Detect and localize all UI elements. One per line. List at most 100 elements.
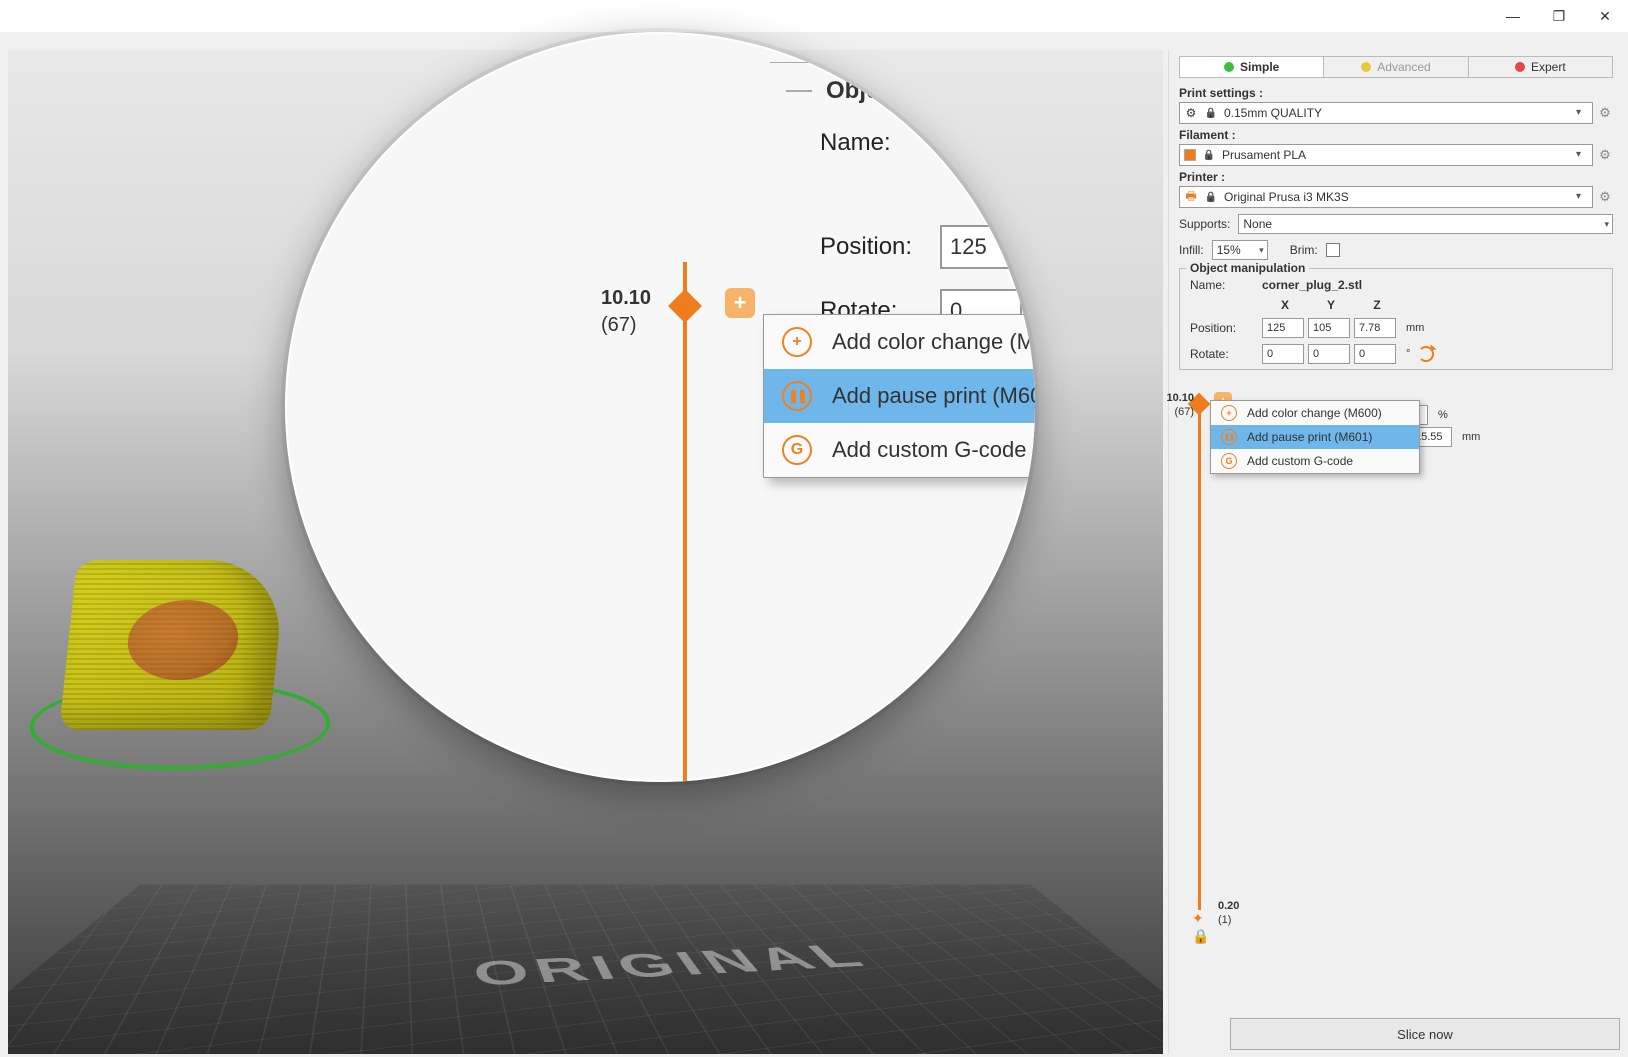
filament-color-swatch [1184, 149, 1196, 161]
filament-value: Prusament PLA [1222, 148, 1306, 162]
zoom-position-label: Position: [770, 233, 940, 261]
chevron-down-icon: ▾ [1576, 149, 1588, 161]
object-manipulation-legend: Object manipulation [1186, 261, 1309, 275]
zoom-layer-number-label: (67) [601, 314, 637, 337]
gear-icon: ⚙ [1184, 106, 1198, 120]
printer-label: Printer : [1179, 170, 1613, 184]
rotate-unit: ° [1406, 348, 1410, 360]
zoom-menu-add-custom-gcode: G Add custom G-code [764, 423, 1035, 477]
zoom-menu-item-label: Add color change (M600) [832, 329, 1035, 355]
model-preview[interactable] [48, 560, 318, 750]
mode-dot-red-icon [1515, 62, 1525, 72]
zoom-menu-add-color-change: + Add color change (M600) [764, 315, 1035, 369]
menu-item-add-custom-gcode[interactable]: G Add custom G-code [1211, 449, 1419, 473]
mode-tab-expert[interactable]: Expert [1469, 57, 1612, 77]
object-name-label: Name: [1190, 278, 1262, 292]
infill-combo[interactable]: 15% ▾ [1212, 240, 1268, 260]
scale-unit: % [1438, 409, 1448, 421]
reset-rotation-icon[interactable] [1418, 346, 1434, 362]
z-column-head: Z [1354, 298, 1400, 312]
menu-item-add-color-change[interactable]: + Add color change (M600) [1211, 401, 1419, 425]
layer-context-menu: + Add color change (M600) ❚❚ Add pause p… [1210, 400, 1420, 474]
printer-combo[interactable]: 🖶 Original Prusa i3 MK3S ▾ [1179, 186, 1593, 208]
supports-combo[interactable]: None ▾ [1238, 214, 1613, 234]
zoom-layer-height-label: 10.10 [601, 287, 651, 310]
pause-circle-icon: ❚❚ [1221, 429, 1237, 445]
mode-tab-label: Expert [1531, 60, 1566, 74]
brim-checkbox[interactable] [1326, 243, 1340, 257]
brim-label: Brim: [1290, 243, 1318, 257]
print-settings-label: Print settings : [1179, 86, 1613, 100]
print-settings-combo[interactable]: ⚙ 0.15mm QUALITY ▾ [1179, 102, 1593, 124]
edit-preset-icon[interactable]: ⚙ [1597, 189, 1613, 205]
zoom-name-value: corner_ [940, 129, 1028, 157]
object-name-value: corner_plug_2.stl [1262, 278, 1362, 292]
zoom-context-menu: + Add color change (M600) ❚❚ Add pause p… [763, 314, 1035, 478]
rotate-z-input[interactable]: 0 [1354, 344, 1396, 364]
chevron-down-icon: ▾ [1259, 245, 1264, 256]
lock-icon [1202, 148, 1216, 162]
rotate-x-input[interactable]: 0 [1262, 344, 1304, 364]
printer-value: Original Prusa i3 MK3S [1224, 190, 1349, 204]
position-label: Position: [1190, 321, 1262, 335]
rotate-label: Rotate: [1190, 347, 1262, 361]
zoom-magnifier-overlay: + 10.10 (67) Object manipul Name: corner… [285, 32, 1035, 782]
lock-icon [1204, 190, 1218, 204]
zoom-name-label: Name: [770, 129, 940, 157]
menu-item-add-pause-print[interactable]: ❚❚ Add pause print (M601) [1211, 425, 1419, 449]
lock-icon [1204, 106, 1218, 120]
position-z-input[interactable]: 7.78 [1354, 318, 1396, 338]
edit-preset-icon[interactable]: ⚙ [1597, 147, 1613, 163]
chevron-down-icon: ▾ [1576, 107, 1588, 119]
edit-preset-icon[interactable]: ⚙ [1597, 105, 1613, 121]
right-settings-panel: Simple Advanced Expert Print settings : … [1168, 50, 1623, 1054]
zoom-menu-item-label: Add custom G-code [832, 437, 1026, 463]
gcode-circle-icon: G [1221, 453, 1237, 469]
position-y-input[interactable]: 105 [1308, 318, 1350, 338]
window-close-button[interactable]: ✕ [1582, 0, 1628, 32]
mode-tab-label: Advanced [1377, 60, 1430, 74]
printer-icon: 🖶 [1184, 190, 1198, 204]
window-maximize-button[interactable]: ❐ [1536, 0, 1582, 32]
infill-label: Infill: [1179, 243, 1204, 257]
filament-label: Filament : [1179, 128, 1613, 142]
mode-tab-label: Simple [1240, 60, 1279, 74]
zoom-menu-item-label: Add pause print (M601) [832, 383, 1035, 409]
supports-label: Supports: [1179, 217, 1230, 231]
plus-circle-icon: + [782, 327, 812, 357]
infill-value: 15% [1217, 243, 1241, 257]
menu-item-label: Add custom G-code [1247, 454, 1353, 468]
zoom-object-manipulation-legend: Object manipul [770, 62, 1035, 119]
position-x-input[interactable]: 125 [1262, 318, 1304, 338]
mode-tab-advanced[interactable]: Advanced [1324, 57, 1468, 77]
plus-circle-icon: + [1221, 405, 1237, 421]
print-settings-value: 0.15mm QUALITY [1224, 106, 1322, 120]
pause-circle-icon: ❚❚ [782, 381, 812, 411]
mode-tabs: Simple Advanced Expert [1179, 56, 1613, 78]
x-column-head: X [1262, 298, 1308, 312]
mode-tab-simple[interactable]: Simple [1180, 57, 1324, 77]
zoom-x-column-head: X [990, 177, 1035, 205]
chevron-down-icon: ▾ [1576, 191, 1588, 203]
zoom-position-y-input: 105 [1032, 225, 1035, 269]
zoom-menu-add-pause-print: ❚❚ Add pause print (M601) [764, 369, 1035, 423]
position-unit: mm [1406, 322, 1424, 334]
mode-dot-yellow-icon [1361, 62, 1371, 72]
menu-item-label: Add pause print (M601) [1247, 430, 1372, 444]
zoom-layer-slider-add-icon: + [725, 288, 755, 318]
filament-combo[interactable]: Prusament PLA ▾ [1179, 144, 1593, 166]
zoom-layer-slider-thumb [668, 289, 702, 323]
rotate-y-input[interactable]: 0 [1308, 344, 1350, 364]
size-unit: mm [1462, 431, 1480, 443]
supports-value: None [1243, 217, 1272, 231]
window-titlebar: — ❐ ✕ [0, 0, 1628, 32]
slice-now-button[interactable]: Slice now [1230, 1018, 1620, 1050]
zoom-layer-slider-track [683, 262, 687, 782]
object-manipulation-group: Object manipulation Name: corner_plug_2.… [1179, 268, 1613, 370]
y-column-head: Y [1308, 298, 1354, 312]
gcode-circle-icon: G [782, 435, 812, 465]
zoom-position-x-input: 125 [940, 225, 1022, 269]
menu-item-label: Add color change (M600) [1247, 406, 1382, 420]
mode-dot-green-icon [1224, 62, 1234, 72]
window-minimize-button[interactable]: — [1490, 0, 1536, 32]
